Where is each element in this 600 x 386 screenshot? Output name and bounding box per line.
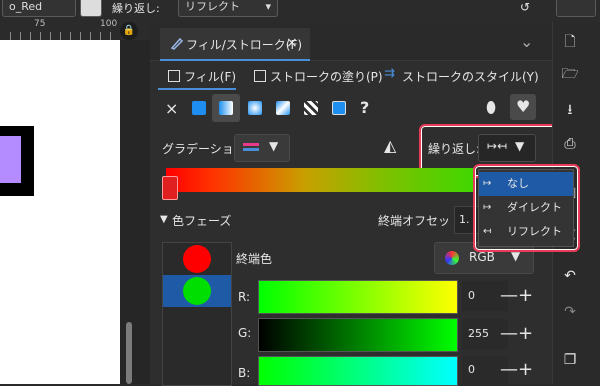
channel-r-label: R:	[238, 290, 251, 304]
canvas-shape-purple[interactable]	[0, 136, 21, 183]
top-toolbar: o_Red 繰り返し: リフレクト ▾ ↺	[0, 0, 600, 18]
duplicate-icon[interactable]: ❐	[560, 350, 580, 370]
horizontal-ruler: 75 100	[0, 18, 120, 40]
new-document-icon[interactable]: 🗋	[560, 32, 580, 52]
repeat-none-icon: ↦	[483, 178, 492, 189]
tab-fill-stroke-label: フィル/ストローク(F)	[186, 38, 303, 52]
fill-rule-evenodd-icon[interactable]: ⬮	[486, 98, 496, 118]
chevron-down-icon: ▼	[269, 139, 279, 153]
swatch-icon[interactable]	[332, 101, 346, 115]
channel-b-slider[interactable]	[258, 356, 458, 386]
gradient-select-dropdown[interactable]: ▼	[234, 134, 290, 162]
linear-gradient-icon	[219, 101, 233, 115]
channel-b-stepper[interactable]: —+	[500, 356, 536, 386]
channel-b-label: B:	[238, 366, 251, 380]
undo-small-icon[interactable]: ↺	[520, 0, 530, 14]
gradient-swatch-icon	[243, 143, 259, 146]
repeat-reflect-icon: ↤	[483, 226, 492, 237]
ruler-label-75: 75	[34, 19, 46, 29]
ruler-label-100: 100	[100, 19, 118, 29]
active-subtab-indicator	[158, 88, 236, 90]
repeat-menu-item-label: なし	[507, 177, 529, 190]
repeat-menu-item-reflect[interactable]: ↤ リフレクト	[479, 220, 573, 244]
repeat-dropdown[interactable]: ↦↤ ▼	[478, 134, 536, 162]
chevron-down-icon: ▼	[515, 139, 525, 153]
save-icon[interactable]: ⭳	[560, 100, 580, 120]
lock-icon[interactable]: 🔒	[120, 22, 138, 40]
linear-gradient-button[interactable]	[212, 94, 240, 122]
snap-toggle-icon[interactable]	[80, 0, 102, 17]
repeat-menu-item-direct[interactable]: ↦ ダイレクト	[479, 196, 573, 220]
end-color-label: 終端色	[236, 252, 273, 266]
repeat-menu: ↦ なし ↦ ダイレクト ↤ リフレクト	[478, 169, 574, 247]
print-icon[interactable]: ⎙	[560, 134, 580, 154]
color-stops-list	[162, 242, 232, 386]
color-stop-swatch	[183, 277, 211, 305]
paint-none-icon[interactable]: ×	[165, 99, 178, 118]
top-right-button[interactable]	[556, 0, 596, 17]
pattern-icon[interactable]	[304, 101, 318, 115]
repeat-direct-icon: ↦	[483, 202, 492, 213]
repeat-menu-item-none[interactable]: ↦ なし	[479, 172, 573, 196]
reverse-gradient-icon[interactable]: ◭	[384, 136, 396, 155]
stroke-style-icon: ⇉	[384, 66, 395, 81]
channel-r-slider[interactable]	[258, 280, 458, 314]
channel-g-slider[interactable]	[258, 318, 458, 352]
document-canvas[interactable]	[0, 40, 120, 384]
collapse-icon[interactable]: ⌄	[520, 32, 533, 51]
canvas-scroll-gutter	[120, 40, 150, 384]
channel-g-label: G:	[238, 326, 252, 340]
channel-g-stepper[interactable]: —+	[500, 319, 536, 349]
top-repeat-label: 繰り返し:	[112, 2, 160, 15]
color-mode-value: RGB	[469, 250, 495, 264]
redo-icon[interactable]: ↷	[560, 302, 580, 322]
flat-color-icon[interactable]	[192, 101, 206, 115]
chevron-down-icon: ▾	[265, 0, 271, 13]
color-stop-row[interactable]	[163, 275, 231, 307]
end-offset-label: 終端オフセット:	[378, 214, 467, 228]
repeat-menu-item-label: ダイレクト	[507, 201, 562, 214]
gradient-preview[interactable]	[166, 168, 476, 192]
top-repeat-dropdown[interactable]: リフレクト ▾	[178, 0, 278, 17]
channel-r-stepper[interactable]: —+	[500, 281, 536, 311]
gradient-stop-handle[interactable]	[162, 176, 178, 200]
collapse-triangle-icon[interactable]: ▼	[160, 214, 168, 225]
document-tab-label: o_Red	[9, 0, 43, 13]
stroke-paint-checkbox-icon	[254, 70, 266, 82]
document-tab[interactable]: o_Red	[2, 0, 76, 17]
tab-fill[interactable]: フィル(F)	[184, 68, 236, 85]
brush-icon	[170, 37, 184, 50]
color-stop-swatch	[183, 245, 211, 273]
color-stop-row[interactable]	[163, 243, 231, 275]
vertical-scrollbar[interactable]	[126, 322, 132, 384]
end-offset-value: 1.	[459, 213, 470, 226]
color-wheel-icon	[445, 251, 459, 265]
fill-rule-nonzero-icon: ♥	[516, 97, 531, 116]
open-folder-icon[interactable]: 🗁	[560, 64, 580, 84]
tab-stroke-style[interactable]: ストロークのスタイル(Y)	[402, 68, 539, 85]
undo-icon[interactable]: ↶	[560, 266, 580, 286]
radial-gradient-icon[interactable]	[248, 101, 262, 115]
stops-header: 色フェーズ	[172, 214, 232, 228]
repeat-label: 繰り返し:	[428, 142, 481, 156]
tab-stroke-paint[interactable]: ストロークの塗り(P)	[270, 68, 383, 85]
close-icon[interactable]: ×	[286, 35, 298, 51]
unset-paint-icon[interactable]: ?	[360, 98, 369, 117]
repeat-direct-icon: ↦↤	[487, 139, 508, 153]
mesh-gradient-icon[interactable]	[276, 101, 290, 115]
fill-tab-checkbox-icon	[168, 70, 180, 82]
fill-rule-nonzero-button[interactable]: ♥	[510, 94, 536, 120]
repeat-menu-item-label: リフレクト	[507, 225, 562, 238]
top-repeat-value: リフレクト	[185, 0, 240, 13]
